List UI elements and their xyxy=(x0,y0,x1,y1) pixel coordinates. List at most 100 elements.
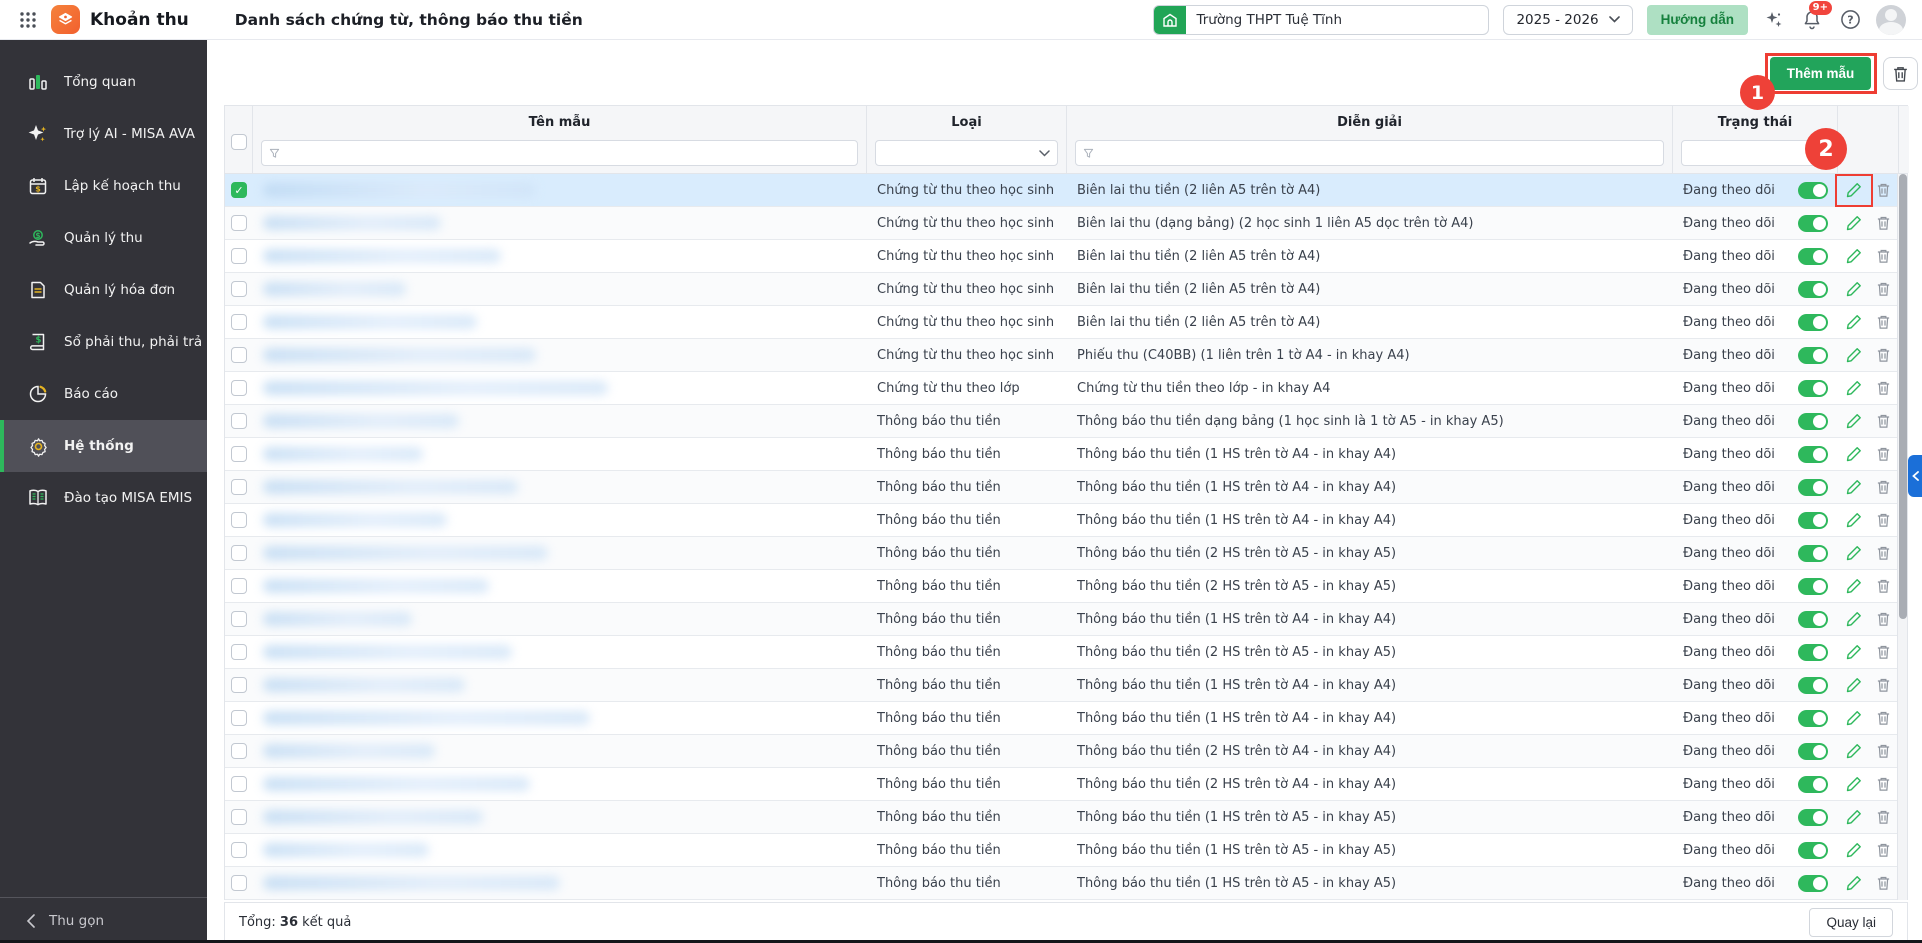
table-row[interactable]: Thông báo thu tiềnThông báo thu tiền (1 … xyxy=(225,867,1907,900)
table-row[interactable]: Thông báo thu tiềnThông báo thu tiền (1 … xyxy=(225,801,1907,834)
table-row[interactable]: Thông báo thu tiềnThông báo thu tiền (1 … xyxy=(225,603,1907,636)
row-checkbox[interactable] xyxy=(231,380,247,396)
delete-trash-icon[interactable] xyxy=(1875,611,1892,628)
delete-trash-icon[interactable] xyxy=(1875,215,1892,232)
status-toggle[interactable] xyxy=(1798,281,1828,298)
row-checkbox[interactable] xyxy=(231,842,247,858)
sidebar-item-ai[interactable]: Trợ lý AI - MISA AVA xyxy=(0,108,207,160)
collapse-sidebar-button[interactable]: Thu gọn xyxy=(0,897,207,943)
row-checkbox[interactable] xyxy=(231,776,247,792)
row-checkbox[interactable] xyxy=(231,710,247,726)
app-logo-icon[interactable] xyxy=(51,5,80,34)
table-row[interactable]: Thông báo thu tiềnThông báo thu tiền (2 … xyxy=(225,735,1907,768)
table-row[interactable]: Thông báo thu tiềnThông báo thu tiền (2 … xyxy=(225,636,1907,669)
select-all-checkbox[interactable] xyxy=(231,134,247,150)
table-row[interactable]: Thông báo thu tiềnThông báo thu tiền (2 … xyxy=(225,537,1907,570)
delete-trash-icon[interactable] xyxy=(1875,677,1892,694)
delete-trash-icon[interactable] xyxy=(1875,743,1892,760)
edit-pencil-icon[interactable] xyxy=(1846,842,1863,859)
row-checkbox[interactable] xyxy=(231,677,247,693)
help-icon[interactable]: ? xyxy=(1838,8,1862,32)
row-checkbox[interactable] xyxy=(231,809,247,825)
scrollbar-thumb[interactable] xyxy=(1899,174,1907,619)
edit-pencil-icon[interactable] xyxy=(1846,248,1863,265)
edit-pencil-icon[interactable] xyxy=(1846,875,1863,892)
edit-pencil-icon[interactable] xyxy=(1846,677,1863,694)
status-filter-select[interactable] xyxy=(1681,140,1829,166)
delete-trash-icon[interactable] xyxy=(1875,776,1892,793)
edit-pencil-icon[interactable] xyxy=(1846,611,1863,628)
sparkles-icon[interactable] xyxy=(1762,8,1786,32)
sidebar-item-report[interactable]: Báo cáo xyxy=(0,368,207,420)
status-toggle[interactable] xyxy=(1798,710,1828,727)
status-toggle[interactable] xyxy=(1798,413,1828,430)
row-checkbox[interactable] xyxy=(231,347,247,363)
status-toggle[interactable] xyxy=(1798,380,1828,397)
table-row[interactable]: Thông báo thu tiềnThông báo thu tiền (1 … xyxy=(225,471,1907,504)
name-filter-input[interactable] xyxy=(261,140,858,166)
delete-trash-icon[interactable] xyxy=(1875,842,1892,859)
delete-trash-icon[interactable] xyxy=(1875,380,1892,397)
type-filter-select[interactable] xyxy=(875,140,1058,166)
back-button[interactable]: Quay lại xyxy=(1809,908,1893,937)
status-toggle[interactable] xyxy=(1798,314,1828,331)
edit-pencil-icon[interactable] xyxy=(1846,314,1863,331)
row-checkbox[interactable] xyxy=(231,875,247,891)
status-toggle[interactable] xyxy=(1798,512,1828,529)
edit-pencil-icon[interactable] xyxy=(1846,380,1863,397)
row-checkbox[interactable] xyxy=(231,743,247,759)
sidebar-item-system[interactable]: Hệ thống xyxy=(0,420,207,472)
status-toggle[interactable] xyxy=(1798,347,1828,364)
row-checkbox[interactable] xyxy=(231,545,247,561)
status-toggle[interactable] xyxy=(1798,611,1828,628)
table-row[interactable]: Chứng từ thu theo học sinhBiên lai thu t… xyxy=(225,273,1907,306)
notifications-bell-icon[interactable]: 9+ xyxy=(1800,8,1824,32)
status-toggle[interactable] xyxy=(1798,677,1828,694)
table-row[interactable]: Thông báo thu tiềnThông báo thu tiền (1 … xyxy=(225,834,1907,867)
edit-pencil-icon[interactable] xyxy=(1846,215,1863,232)
status-toggle[interactable] xyxy=(1798,248,1828,265)
row-checkbox[interactable] xyxy=(231,281,247,297)
delete-trash-icon[interactable] xyxy=(1875,413,1892,430)
status-toggle[interactable] xyxy=(1798,842,1828,859)
row-checkbox[interactable] xyxy=(231,215,247,231)
status-toggle[interactable] xyxy=(1798,875,1828,892)
row-checkbox[interactable]: ✓ xyxy=(231,182,247,198)
delete-trash-icon[interactable] xyxy=(1875,578,1892,595)
row-checkbox[interactable] xyxy=(231,611,247,627)
row-checkbox[interactable] xyxy=(231,248,247,264)
status-toggle[interactable] xyxy=(1798,776,1828,793)
edit-pencil-icon[interactable] xyxy=(1846,743,1863,760)
delete-trash-icon[interactable] xyxy=(1875,347,1892,364)
row-checkbox[interactable] xyxy=(231,578,247,594)
status-toggle[interactable] xyxy=(1798,479,1828,496)
table-row[interactable]: Thông báo thu tiềnThông báo thu tiền (1 … xyxy=(225,438,1907,471)
table-row[interactable]: Chứng từ thu theo học sinhPhiếu thu (C40… xyxy=(225,339,1907,372)
sidebar-item-collect[interactable]: $Quản lý thu xyxy=(0,212,207,264)
status-toggle[interactable] xyxy=(1798,545,1828,562)
row-checkbox[interactable] xyxy=(231,446,247,462)
edit-pencil-icon[interactable] xyxy=(1846,776,1863,793)
row-checkbox[interactable] xyxy=(231,644,247,660)
delete-trash-icon[interactable] xyxy=(1875,545,1892,562)
delete-trash-icon[interactable] xyxy=(1875,248,1892,265)
delete-trash-icon[interactable] xyxy=(1875,479,1892,496)
table-row[interactable]: Chứng từ thu theo học sinhBiên lai thu t… xyxy=(225,240,1907,273)
school-year-select[interactable]: 2025 - 2026 xyxy=(1503,5,1632,35)
edit-pencil-icon[interactable] xyxy=(1846,512,1863,529)
app-grid-icon[interactable] xyxy=(17,9,39,31)
delete-trash-icon[interactable] xyxy=(1875,281,1892,298)
status-toggle[interactable] xyxy=(1798,644,1828,661)
table-row[interactable]: Chứng từ thu theo học sinhBiên lai thu t… xyxy=(225,306,1907,339)
edit-pencil-icon[interactable] xyxy=(1846,710,1863,727)
table-row[interactable]: Chứng từ thu theo lớpChứng từ thu tiền t… xyxy=(225,372,1907,405)
add-template-button[interactable]: Thêm mẫu xyxy=(1770,57,1871,90)
edit-pencil-icon[interactable] xyxy=(1846,578,1863,595)
edit-pencil-icon[interactable] xyxy=(1846,644,1863,661)
table-row[interactable]: Thông báo thu tiềnThông báo thu tiền (1 … xyxy=(225,504,1907,537)
table-scrollbar[interactable] xyxy=(1897,174,1907,900)
status-toggle[interactable] xyxy=(1798,215,1828,232)
edit-pencil-icon[interactable] xyxy=(1846,413,1863,430)
school-selector[interactable]: Trường THPT Tuệ Tĩnh xyxy=(1153,5,1489,35)
delete-trash-icon[interactable] xyxy=(1875,875,1892,892)
